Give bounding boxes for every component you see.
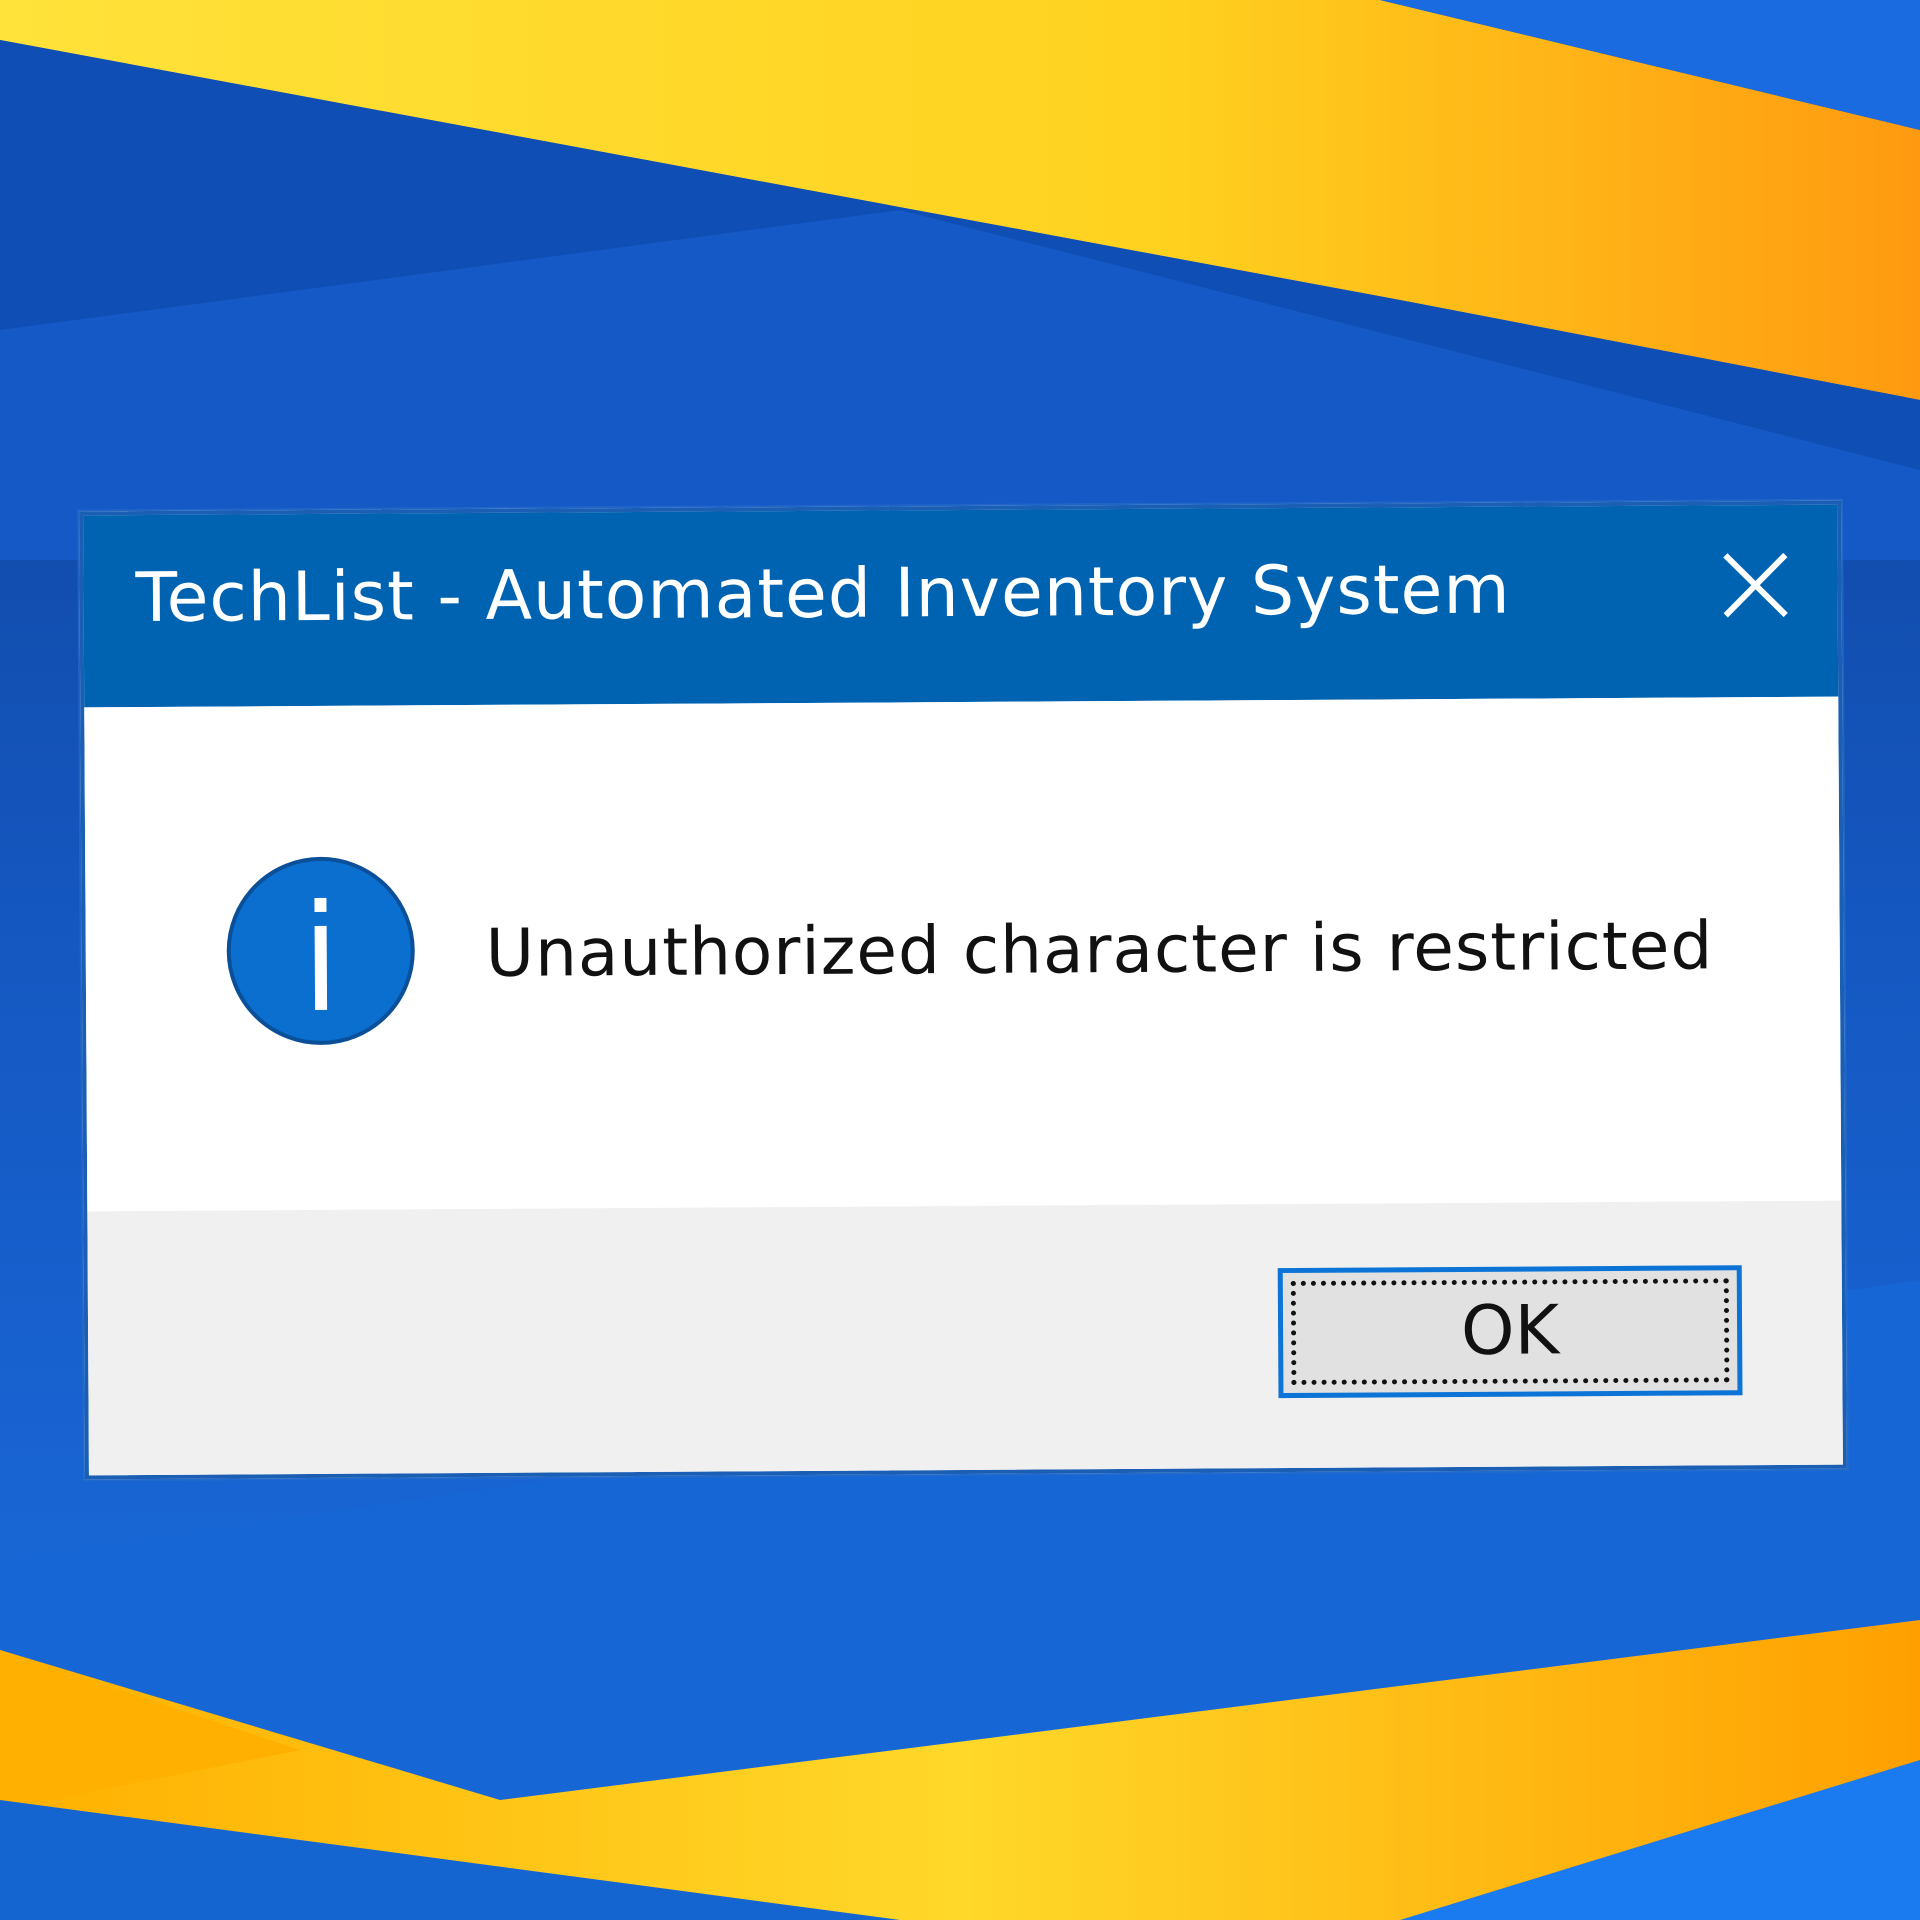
- close-icon: [1715, 545, 1795, 625]
- dialog-titlebar[interactable]: TechList - Automated Inventory System: [83, 504, 1839, 708]
- ok-button-label: OK: [1460, 1291, 1560, 1371]
- message-dialog: TechList - Automated Inventory System Un…: [79, 500, 1847, 1480]
- ok-button[interactable]: OK: [1277, 1265, 1743, 1399]
- dialog-title: TechList - Automated Inventory System: [135, 550, 1511, 639]
- info-icon: [225, 855, 416, 1046]
- dialog-message: Unauthorized character is restricted: [485, 907, 1714, 992]
- close-button[interactable]: [1715, 545, 1795, 625]
- dialog-footer: OK: [87, 1200, 1843, 1476]
- dialog-body: Unauthorized character is restricted: [84, 696, 1842, 1212]
